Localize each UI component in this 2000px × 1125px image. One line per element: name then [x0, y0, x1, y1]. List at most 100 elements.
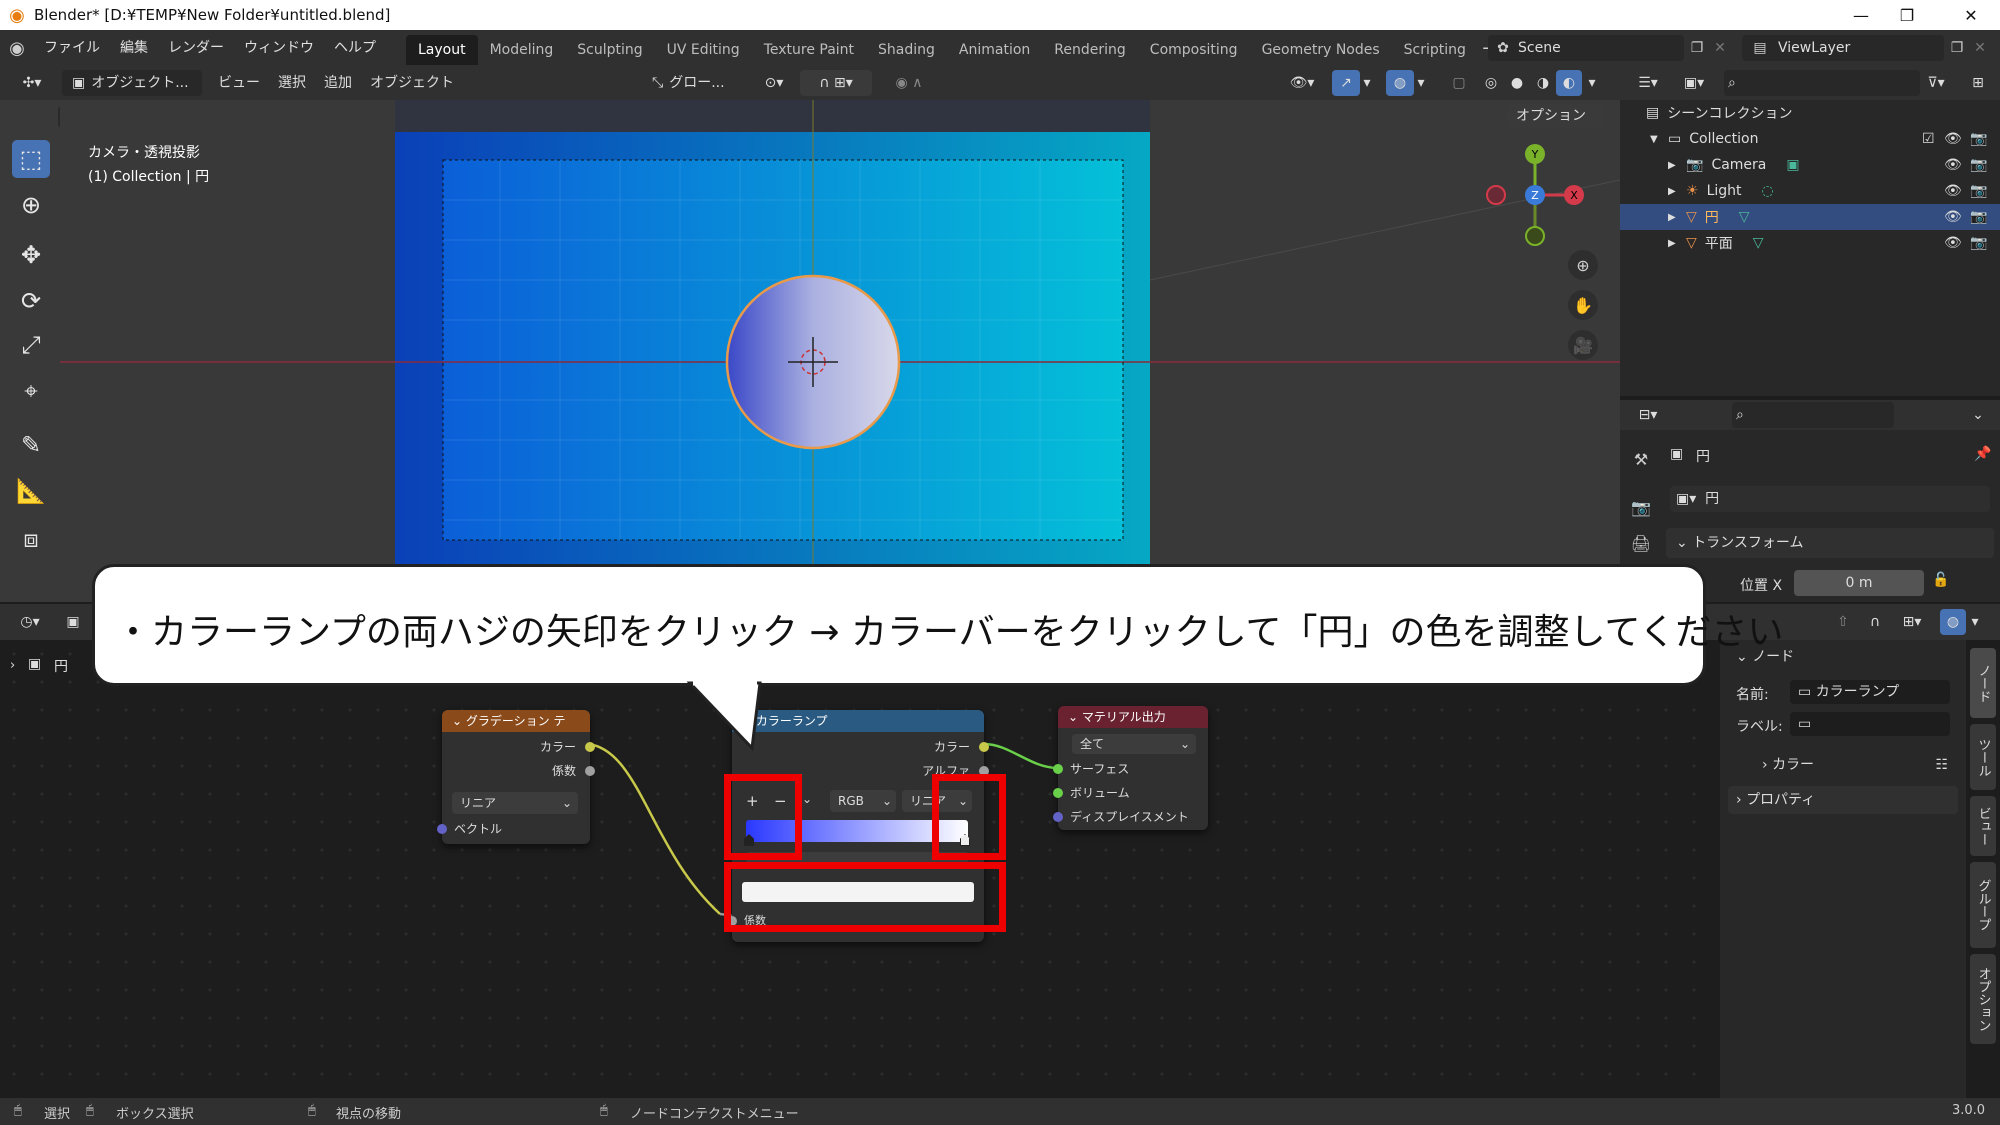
- tab-options[interactable]: オプション: [1970, 954, 1996, 1044]
- color-mode-dropdown[interactable]: RGB ⌄: [830, 790, 896, 812]
- volume-input-socket[interactable]: [1053, 788, 1063, 798]
- gizmo-toggle-icon[interactable]: ↗: [1332, 70, 1360, 96]
- transform-tool-icon[interactable]: ⌖: [12, 372, 50, 410]
- zoom-icon[interactable]: ⊕: [1568, 250, 1598, 280]
- eye-icon[interactable]: 👁: [1944, 235, 1962, 251]
- shading-dropdown-icon[interactable]: ▾: [1584, 70, 1600, 96]
- output-tab-icon[interactable]: 🖨: [1628, 530, 1654, 556]
- object-slot-icon[interactable]: ▣: [60, 609, 86, 635]
- filter-icon[interactable]: ⊽▾: [1916, 70, 1956, 96]
- new-viewlayer-icon[interactable]: ❐: [1946, 36, 1968, 60]
- outliner-item-light[interactable]: ▶ ☀ Light ◌ 👁 📷: [1620, 178, 2000, 204]
- gradient-type-dropdown[interactable]: リニア ⌄: [452, 792, 578, 814]
- tab-view[interactable]: ビュー: [1970, 796, 1996, 856]
- overlay-toggle-icon[interactable]: ◍: [1386, 70, 1414, 96]
- solid-shading-icon[interactable]: ●: [1504, 70, 1530, 96]
- close-button[interactable]: ✕: [1948, 0, 1994, 30]
- eye-icon[interactable]: 👁: [1944, 131, 1962, 147]
- pan-hand-icon[interactable]: ✋: [1568, 290, 1598, 320]
- expand-arrow-icon[interactable]: ▼: [1650, 134, 1668, 145]
- outliner-scene-row[interactable]: ▤ シーンコレクション: [1620, 100, 2000, 126]
- color-output-socket[interactable]: [979, 742, 989, 752]
- lock-icon[interactable]: 🔓: [1932, 572, 1949, 588]
- rendered-shading-icon[interactable]: ◐: [1556, 70, 1582, 96]
- expand-arrow-icon[interactable]: ▶: [1668, 238, 1686, 249]
- snap-node-icon[interactable]: ∩: [1862, 609, 1888, 635]
- tab-texture-paint[interactable]: Texture Paint: [752, 35, 866, 65]
- list-icon[interactable]: ☷: [1935, 752, 1948, 778]
- location-x-field[interactable]: 0 m: [1794, 570, 1924, 596]
- delete-scene-icon[interactable]: ✕: [1710, 36, 1730, 60]
- viewlayer-selector[interactable]: ▤ ViewLayer: [1742, 35, 1944, 61]
- snap-icon[interactable]: ∩ ⊞▾: [800, 70, 872, 96]
- tab-group[interactable]: グループ: [1970, 862, 1996, 948]
- gradient-node-header[interactable]: ⌄ グラデーション テ: [442, 710, 590, 732]
- outliner-editor-icon[interactable]: ☰▾: [1630, 70, 1666, 96]
- datablock-selector[interactable]: ▣▾ 円: [1670, 486, 1990, 512]
- menu-edit[interactable]: 編集: [110, 30, 158, 66]
- render-camera-icon[interactable]: 📷: [1970, 209, 1987, 225]
- outliner-item-circle[interactable]: ▶ ▽ 円 ▽ 👁 📷: [1620, 204, 2000, 230]
- menu-view[interactable]: ビュー: [214, 70, 264, 96]
- render-target-dropdown[interactable]: 全て ⌄: [1072, 734, 1196, 754]
- outliner-item-plane[interactable]: ▶ ▽ 平面 ▽ 👁 📷: [1620, 230, 2000, 256]
- parent-node-tree-icon[interactable]: ⇧: [1832, 609, 1854, 635]
- 3d-viewport[interactable]: カメラ・透視投影 (1) Collection | 円 オプション Y X Z …: [60, 100, 1620, 602]
- material-output-header[interactable]: ⌄ マテリアル出力: [1058, 706, 1208, 728]
- xray-icon[interactable]: ▢: [1446, 70, 1472, 96]
- collapse-icon[interactable]: ⌄: [1964, 402, 1992, 428]
- menu-file[interactable]: ファイル: [34, 30, 110, 66]
- menu-window[interactable]: ウィンドウ: [234, 30, 324, 66]
- add-cube-tool-icon[interactable]: ⧈: [12, 520, 50, 558]
- tool-tab-icon[interactable]: ⚒: [1628, 446, 1654, 472]
- pin-icon[interactable]: 📌: [1974, 446, 1991, 462]
- tab-shading[interactable]: Shading: [866, 35, 947, 65]
- transform-panel-header[interactable]: ⌄ トランスフォーム: [1666, 528, 1994, 558]
- color-subpanel-header[interactable]: › カラー ☷: [1754, 752, 1954, 778]
- eye-icon[interactable]: 👁: [1944, 209, 1962, 225]
- tab-compositing[interactable]: Compositing: [1138, 35, 1250, 65]
- outliner-item-collection[interactable]: ▼ ▭ Collection ☑ 👁 📷: [1620, 126, 2000, 152]
- expand-arrow-icon[interactable]: ▶: [1668, 160, 1686, 171]
- tab-animation[interactable]: Animation: [947, 35, 1042, 65]
- eye-icon[interactable]: 👁: [1944, 183, 1962, 199]
- overlay-dropdown-icon[interactable]: ▾: [1966, 609, 1984, 635]
- render-camera-icon[interactable]: 📷: [1970, 131, 1987, 147]
- material-output-node[interactable]: ⌄ マテリアル出力 全て ⌄ サーフェス ボリューム ディスプレイスメント: [1053, 706, 1208, 830]
- tab-node[interactable]: ノード: [1970, 648, 1996, 718]
- render-camera-icon[interactable]: 📷: [1970, 157, 1987, 173]
- checkbox-icon[interactable]: ☑: [1922, 131, 1935, 147]
- options-dropdown[interactable]: オプション: [1506, 104, 1604, 128]
- blender-menu-icon[interactable]: ◉: [0, 38, 34, 59]
- vector-input-socket[interactable]: [437, 824, 447, 834]
- outliner-item-camera[interactable]: ▶ 📷 Camera ▣ 👁 📷: [1620, 152, 2000, 178]
- wireframe-shading-icon[interactable]: ◎: [1478, 70, 1504, 96]
- material-shading-icon[interactable]: ◑: [1530, 70, 1556, 96]
- node-name-field[interactable]: ▭ カラーランプ: [1790, 680, 1950, 704]
- render-camera-icon[interactable]: 📷: [1970, 235, 1987, 251]
- factor-output-socket[interactable]: [585, 766, 595, 776]
- scene-selector[interactable]: ✿ Scene: [1488, 35, 1684, 61]
- transform-orientation[interactable]: ⤡ グロー...: [648, 70, 729, 96]
- tab-layout[interactable]: Layout: [406, 34, 478, 65]
- tab-scripting[interactable]: Scripting: [1392, 35, 1478, 65]
- expand-arrow-icon[interactable]: ▶: [1668, 186, 1686, 197]
- eye-icon[interactable]: 👁: [1944, 157, 1962, 173]
- expand-arrow-icon[interactable]: ▶: [1668, 212, 1686, 223]
- restore-button[interactable]: ❐: [1884, 0, 1930, 30]
- new-scene-icon[interactable]: ❐: [1686, 36, 1708, 60]
- grid-snap-icon[interactable]: ⊞▾: [1892, 609, 1932, 635]
- node-overlay-icon[interactable]: ◍: [1940, 609, 1966, 635]
- pivot-icon[interactable]: ⊙▾: [756, 70, 792, 96]
- display-mode-icon[interactable]: ▣▾: [1676, 70, 1712, 96]
- surface-input-socket[interactable]: [1053, 764, 1063, 774]
- tab-tool[interactable]: ツール: [1970, 724, 1996, 790]
- outliner-search-input[interactable]: ⌕: [1724, 70, 1920, 96]
- tab-geometry-nodes[interactable]: Geometry Nodes: [1250, 35, 1392, 65]
- tab-modeling[interactable]: Modeling: [478, 35, 566, 65]
- color-ramp-node-header[interactable]: ⌄ カラーランプ: [732, 710, 984, 732]
- ramp-menu-dropdown-icon[interactable]: ⌄: [802, 792, 812, 806]
- render-camera-icon[interactable]: 📷: [1970, 183, 1987, 199]
- tab-rendering[interactable]: Rendering: [1042, 35, 1138, 65]
- properties-panel-header[interactable]: › プロパティ: [1728, 786, 1958, 814]
